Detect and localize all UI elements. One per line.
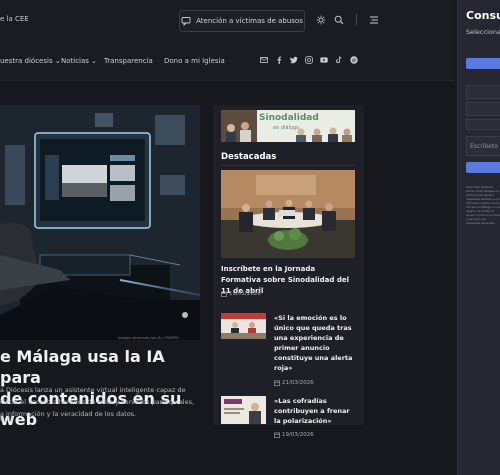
- assistant-option-button[interactable]: [466, 58, 500, 69]
- victims-support-label: Atención a víctimas de abusos: [196, 17, 303, 25]
- article-summary: a Diócesis lanza un asistente virtual in…: [0, 386, 195, 418]
- news-image: [221, 396, 266, 424]
- instagram-icon[interactable]: [305, 56, 313, 64]
- assistant-send-button[interactable]: [466, 162, 500, 173]
- assistant-input-placeholder: Escribeto: [470, 143, 498, 150]
- divider: [221, 165, 355, 166]
- news-title[interactable]: «Las cofradías contribuyen a frenar la p…: [274, 396, 358, 426]
- calendar-icon: [274, 432, 280, 438]
- article-author[interactable]: Ruiz: [0, 415, 14, 423]
- banner-subtitle: en diálogo: [273, 125, 300, 131]
- image-credit: Imagen generada con IA ∕ FREEPIK: [118, 336, 179, 340]
- ai-assistant-illustration: [0, 105, 200, 340]
- banner-title: Sinodalidad: [259, 113, 319, 123]
- nav-item-dono[interactable]: Dono a mi Iglesia: [164, 57, 225, 65]
- news-date: 19/03/2026: [274, 432, 314, 438]
- facebook-icon[interactable]: [275, 56, 283, 64]
- victims-support-button[interactable]: Atención a víctimas de abusos: [179, 10, 305, 32]
- divider: [356, 14, 357, 25]
- news-thumbnail[interactable]: [221, 313, 266, 339]
- assistant-disclaimer: Aviso: Este asistente virtual utiliza in…: [466, 186, 500, 224]
- news-title[interactable]: «Si la emoción es lo único que queda tra…: [274, 313, 358, 373]
- assistant-option-field[interactable]: [466, 85, 500, 99]
- chevron-down-icon: ⌄: [52, 57, 61, 65]
- twitter-icon[interactable]: [290, 56, 298, 64]
- conference-photo: [221, 170, 355, 258]
- hero-image[interactable]: [0, 105, 200, 340]
- top-bar: e la CEE Atención a víctimas de abusos: [0, 0, 455, 43]
- sinodalidad-banner[interactable]: Sinodalidad en diálogo: [221, 110, 355, 142]
- assistant-option-field[interactable]: [466, 102, 500, 116]
- assistant-subtitle: Selecciona: [466, 28, 500, 36]
- tiktok-icon[interactable]: [335, 56, 343, 64]
- nav-item-transparencia[interactable]: Transparencia: [104, 57, 153, 65]
- chevron-down-icon: ⌄: [88, 57, 98, 65]
- calendar-icon: [221, 291, 227, 297]
- section-title: Destacadas: [221, 152, 277, 162]
- calendar-icon: [274, 380, 280, 386]
- mail-icon[interactable]: [260, 56, 268, 64]
- main-nav: uestra diócesis ⌄ Noticias ⌄ Transparenc…: [0, 42, 455, 81]
- featured-image[interactable]: [221, 170, 355, 258]
- nav-item-diocesis[interactable]: uestra diócesis ⌄: [0, 57, 61, 65]
- spotify-icon[interactable]: [350, 56, 358, 64]
- assistant-title: Consu: [466, 9, 500, 22]
- news-thumbnail[interactable]: [221, 396, 266, 424]
- nav-item-noticias[interactable]: Noticias ⌄: [61, 57, 97, 65]
- assistant-option-field[interactable]: [466, 119, 500, 130]
- youtube-icon[interactable]: [320, 56, 328, 64]
- featured-date: 19/01/2026: [221, 291, 261, 297]
- news-image: [221, 313, 266, 339]
- assistant-panel: [457, 0, 500, 475]
- search-icon[interactable]: [334, 15, 344, 25]
- news-date: 21/03/2026: [274, 380, 314, 386]
- sun-icon[interactable]: [316, 15, 326, 25]
- menu-icon[interactable]: [369, 15, 379, 25]
- cee-link[interactable]: e la CEE: [0, 15, 29, 23]
- chat-icon: [181, 17, 191, 26]
